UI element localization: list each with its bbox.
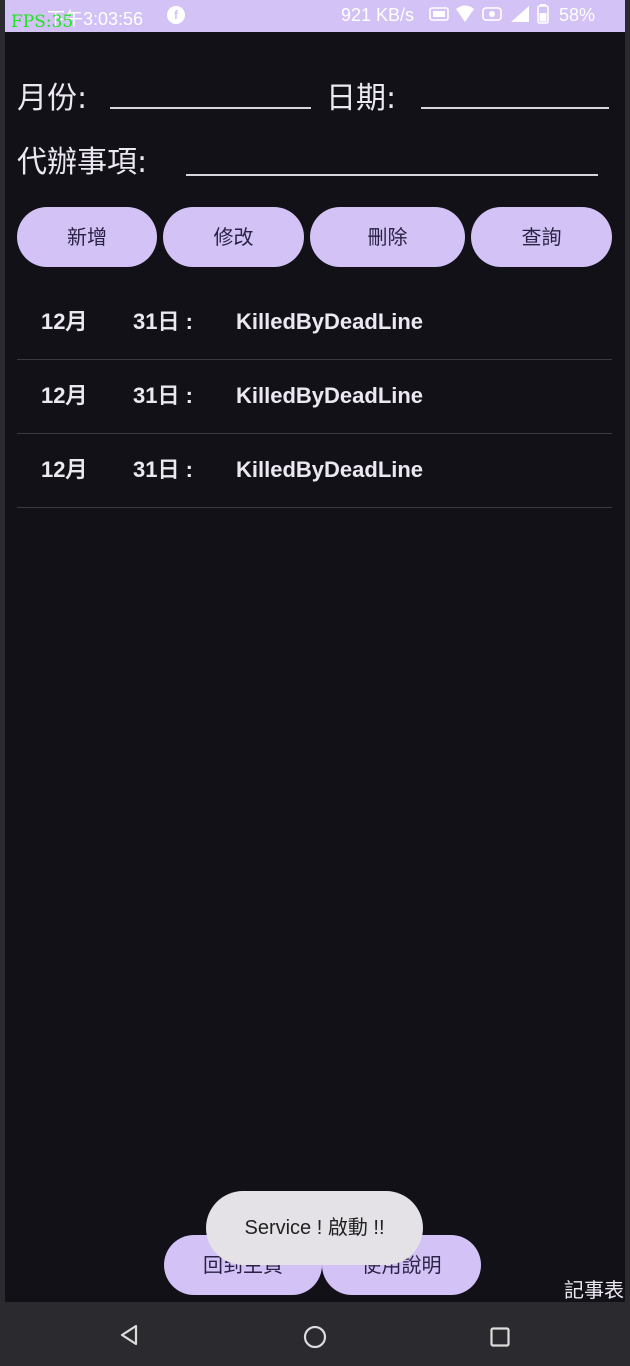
day-input[interactable] xyxy=(421,107,609,109)
record-day: 31日 : xyxy=(133,309,193,334)
battery-icon xyxy=(537,4,549,29)
status-icons xyxy=(429,4,549,29)
month-input[interactable] xyxy=(110,107,311,109)
todo-label: 代辦事項: xyxy=(17,145,148,180)
notification-icon: f xyxy=(167,6,185,24)
recents-icon[interactable] xyxy=(490,1327,510,1351)
signal-icon xyxy=(509,5,531,28)
todo-input[interactable] xyxy=(186,174,598,176)
record-task: KilledByDeadLine xyxy=(236,383,424,408)
back-icon[interactable] xyxy=(118,1324,140,1350)
record-day: 31日 : xyxy=(133,383,193,408)
query-button[interactable]: 查詢 xyxy=(471,207,612,267)
record-day: 31日 : xyxy=(133,457,193,482)
record-month: 12月 xyxy=(41,309,88,334)
volte-icon xyxy=(481,5,503,28)
status-bar: 下午3:03:56 f FPS:35 921 KB/s 58% xyxy=(5,0,625,32)
month-label: 月份: xyxy=(17,81,88,116)
add-button[interactable]: 新增 xyxy=(17,207,157,267)
page-label: 記事表 xyxy=(564,1278,624,1302)
nfc-icon xyxy=(429,6,449,27)
toast-message: Service ! 啟動 !! xyxy=(206,1191,423,1265)
fps-counter: FPS:35 xyxy=(11,12,74,32)
navigation-bar xyxy=(0,1302,630,1366)
home-icon[interactable] xyxy=(303,1325,327,1353)
right-edge xyxy=(625,0,630,1366)
battery-percent: 58% xyxy=(559,5,596,25)
record-month: 12月 xyxy=(41,383,88,408)
left-edge xyxy=(0,0,5,1366)
day-label: 日期: xyxy=(326,81,397,116)
list-item[interactable]: 12月 31日 : KilledByDeadLine xyxy=(17,285,612,360)
list-item[interactable]: 12月 31日 : KilledByDeadLine xyxy=(17,433,612,508)
record-task: KilledByDeadLine xyxy=(236,309,424,334)
record-task: KilledByDeadLine xyxy=(236,457,424,482)
record-month: 12月 xyxy=(41,457,88,482)
list-item[interactable]: 12月 31日 : KilledByDeadLine xyxy=(17,359,612,434)
wifi-icon xyxy=(455,5,475,28)
network-speed: 921 KB/s xyxy=(341,5,415,25)
edit-button[interactable]: 修改 xyxy=(163,207,304,267)
delete-button[interactable]: 刪除 xyxy=(310,207,465,267)
